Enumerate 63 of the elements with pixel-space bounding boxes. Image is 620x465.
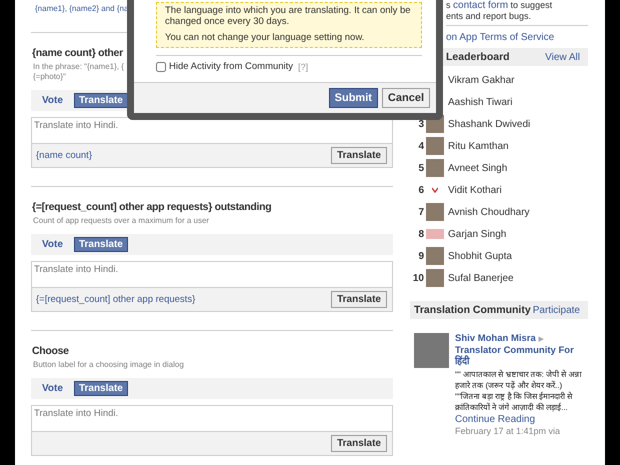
author-link[interactable]: Shiv Mohan Misra <box>455 333 536 344</box>
phrase-description: Button label for a choosing image in dialog <box>33 360 184 370</box>
mode-tab[interactable]: Vote <box>37 381 68 396</box>
photo-placeholder <box>414 333 449 368</box>
user-name[interactable]: Aashish Tiwari <box>448 96 512 108</box>
rank-number: 8 <box>418 228 424 240</box>
mode-tab[interactable]: Translate <box>74 93 128 108</box>
source-text: {name count} <box>36 150 92 161</box>
translate-button[interactable]: Translate <box>331 291 387 308</box>
source-text: {=[request_count] other app requests} <box>36 294 196 305</box>
user-name[interactable]: Vikram Gakhar <box>448 74 515 86</box>
user-name[interactable]: Avnish Choudhary <box>448 206 530 218</box>
avatar-placeholder <box>426 159 444 177</box>
translation-input[interactable]: Translate into Hindi. <box>32 262 392 288</box>
leaderboard-title: Leaderboard <box>446 51 510 63</box>
rank-number: 5 <box>418 162 424 174</box>
rank-number: 10 <box>412 272 424 284</box>
user-name[interactable]: Avneet Singh <box>448 162 508 174</box>
user-name[interactable]: Vidit Kothari <box>448 184 502 196</box>
mode-tab[interactable]: Translate <box>74 381 128 396</box>
user-name[interactable]: Garjan Singh <box>448 228 506 240</box>
rank-number: 7 <box>418 206 424 218</box>
user-name[interactable]: Shashank Dwivedi <box>448 118 530 130</box>
user-name[interactable]: Shobhit Gupta <box>448 250 512 262</box>
mode-tab[interactable]: Vote <box>37 237 68 252</box>
view-all-link[interactable]: View All <box>545 52 580 62</box>
phrase-title: {=[request_count] other app requests} outstanding <box>32 201 272 213</box>
avatar-placeholder <box>426 247 444 265</box>
phrase-description: Count of app requests over a maximum for a user <box>33 216 210 226</box>
chevron-icon <box>432 187 438 193</box>
participate-link[interactable]: Participate <box>532 304 580 316</box>
avatar-placeholder <box>426 137 444 155</box>
checkbox[interactable] <box>156 62 166 72</box>
rank-number: 9 <box>418 250 424 262</box>
phrase-description: In the phrase: "{name1}, { {=photo}" <box>33 62 124 82</box>
notice-text: The language into which you are translating. It can only be changed once every 30 days. <box>165 5 412 27</box>
rank-number: 4 <box>418 140 424 152</box>
rank-number: 3 <box>418 118 424 130</box>
avatar-placeholder <box>426 269 444 287</box>
mode-tab[interactable]: Vote <box>37 93 68 108</box>
post-text: "" आपातकाल से भ्रष्टाचार तक: जेपी से अन्ना हजारे तक (जरूर पढ़ें और शेयर करें..) ""जितना बड़ा राष्ट्र है कि जिस ईमानदारी से क्रांतिकारियों ने जंगे आज़ादी की लड़ाई... <box>455 369 583 413</box>
community-title: Translation Community <box>414 304 531 316</box>
dialog-button[interactable]: Cancel <box>382 88 430 108</box>
user-name[interactable]: Ritu Kamthan <box>448 140 509 152</box>
continue-reading-link[interactable]: Continue Reading <box>455 414 536 425</box>
user-name[interactable]: Sufal Banerjee <box>448 272 514 284</box>
avatar-placeholder <box>426 203 444 221</box>
checkbox-label: Hide Activity from Community <box>169 61 294 72</box>
translation-input[interactable]: Translate into Hindi. <box>32 118 392 144</box>
logo-placeholder <box>426 229 444 239</box>
rank-number: 6 <box>418 184 424 196</box>
notice-text: You can not change your language setting now. <box>165 32 366 43</box>
translate-button[interactable]: Translate <box>331 435 387 452</box>
translation-input[interactable]: Translate into Hindi. <box>32 406 392 432</box>
mode-tab[interactable]: Translate <box>74 237 128 252</box>
phrase-title: Choose <box>32 345 69 357</box>
phrase-title: {name count} other <box>32 47 123 59</box>
contact-form-link[interactable]: contact form <box>453 0 508 11</box>
terms-link[interactable]: on App Terms of Service <box>446 32 554 43</box>
translate-button[interactable]: Translate <box>331 147 387 164</box>
post-time: February 17 at 1:41pm via <box>455 426 562 436</box>
dialog-button[interactable]: Submit <box>328 88 378 108</box>
group-link[interactable]: Translator Community For हिंदी <box>455 345 583 367</box>
